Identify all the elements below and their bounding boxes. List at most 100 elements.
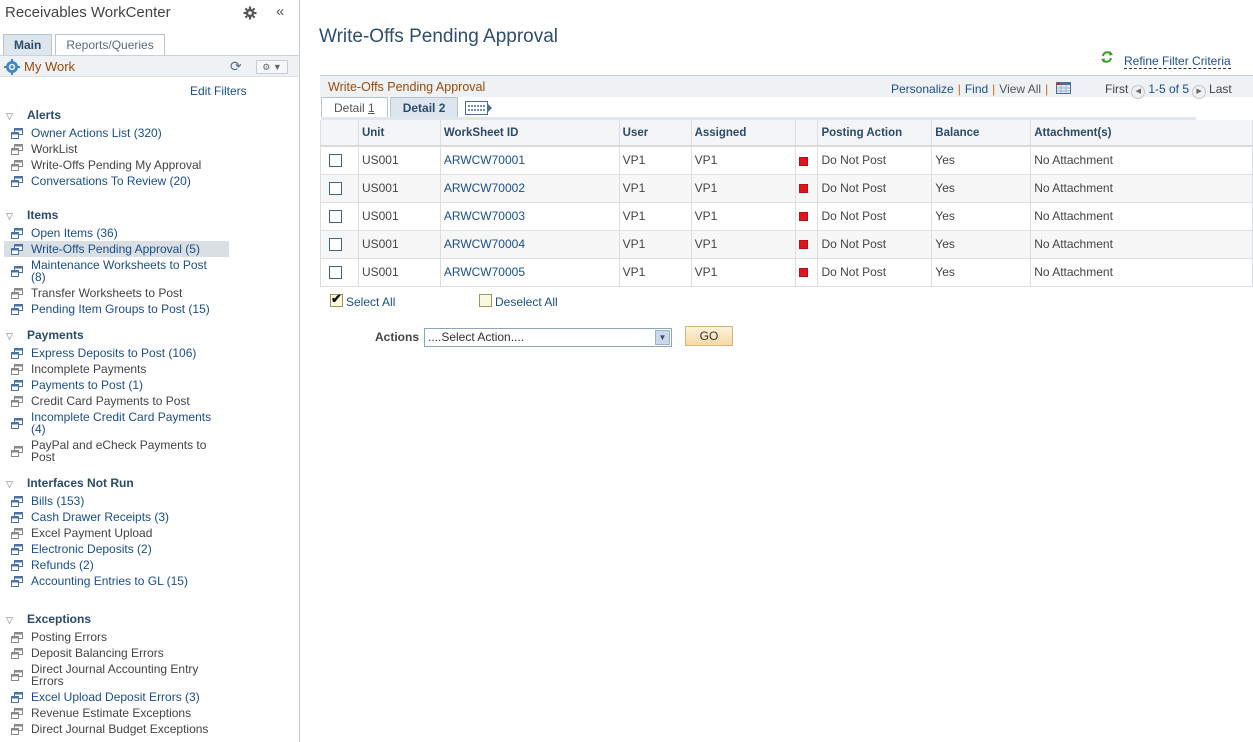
- window-icon: [11, 418, 23, 429]
- personalize-link[interactable]: Personalize: [891, 82, 954, 96]
- go-button[interactable]: GO: [685, 326, 733, 346]
- sidebar-item-label: Excel Payment Upload: [31, 526, 153, 540]
- sidebar-item[interactable]: Posting Errors: [4, 629, 229, 645]
- spreadsheet-download-icon[interactable]: [1056, 82, 1072, 94]
- sidebar-item[interactable]: Excel Payment Upload: [4, 525, 229, 541]
- sidebar-item[interactable]: Pending Item Groups to Post (15): [4, 301, 229, 317]
- find-link[interactable]: Find: [965, 82, 988, 96]
- row-checkbox[interactable]: [329, 154, 342, 168]
- triangle-down-icon[interactable]: ▽: [6, 111, 16, 122]
- tab-detail-1[interactable]: Detail 1: [321, 97, 388, 118]
- gear-icon[interactable]: [243, 6, 257, 20]
- worksheet-id-cell: ARWCW70004: [440, 230, 620, 259]
- separator: |: [957, 82, 961, 96]
- worksheet-id-link[interactable]: ARWCW70004: [444, 237, 525, 251]
- sidebar-item[interactable]: Payments to Post (1): [4, 377, 229, 393]
- arrow-right-icon[interactable]: ▶: [1192, 85, 1207, 99]
- chevron-down-icon[interactable]: ▼: [655, 330, 670, 345]
- triangle-down-icon[interactable]: ▽: [6, 331, 16, 342]
- sidebar-section-interfaces-not-run[interactable]: ▽ Interfaces Not Run: [6, 476, 134, 490]
- sidebar-item[interactable]: Cash Drawer Receipts (3): [4, 509, 229, 525]
- checkmark-icon: ✔: [331, 291, 342, 306]
- column-header-posting-action[interactable]: Posting Action: [817, 120, 933, 147]
- sidebar-section-items[interactable]: ▽ Items: [6, 208, 58, 222]
- sidebar-item[interactable]: Deposit Balancing Errors: [4, 645, 229, 661]
- sidebar-item[interactable]: PayPal and eCheck Payments to Post: [4, 437, 229, 465]
- column-header-worksheet-id[interactable]: WorkSheet ID: [440, 120, 620, 147]
- sidebar-item[interactable]: Open Items (36): [4, 225, 229, 241]
- actions-select[interactable]: ....Select Action.... ▼: [424, 328, 672, 347]
- sidebar-item[interactable]: Write-Offs Pending My Approval: [4, 157, 229, 173]
- row-checkbox[interactable]: [329, 266, 342, 280]
- worksheet-id-link[interactable]: ARWCW70002: [444, 181, 525, 195]
- sidebar-item[interactable]: Maintenance Worksheets to Post (8): [4, 257, 229, 285]
- select-all[interactable]: ✔ Select All: [330, 291, 395, 309]
- separator: |: [992, 82, 996, 96]
- refresh-icon[interactable]: [1100, 50, 1114, 64]
- sidebar-item[interactable]: Electronic Deposits (2): [4, 541, 229, 557]
- sidebar-item-label: Payments to Post (1): [31, 378, 144, 392]
- worksheet-id-link[interactable]: ARWCW70005: [444, 265, 525, 279]
- select-all-checkbox[interactable]: ✔: [330, 291, 343, 307]
- sidebar-item[interactable]: Credit Card Payments to Post: [4, 393, 229, 409]
- collapse-sidebar-icon[interactable]: «: [276, 3, 284, 20]
- select-all-label[interactable]: Select All: [346, 295, 395, 309]
- sidebar-item[interactable]: Transfer Worksheets to Post: [4, 285, 229, 301]
- sidebar-item[interactable]: Bills (153): [4, 493, 229, 509]
- sidebar-section-alerts[interactable]: ▽ Alerts: [6, 108, 61, 122]
- triangle-down-icon[interactable]: ▽: [6, 479, 16, 490]
- status-cell: [795, 174, 819, 203]
- arrow-left-icon[interactable]: ◀: [1131, 85, 1146, 99]
- sidebar-item[interactable]: Incomplete Credit Card Payments (4): [4, 409, 229, 437]
- last-link[interactable]: Last: [1209, 82, 1232, 96]
- window-icon: [11, 528, 23, 539]
- worksheet-id-link[interactable]: ARWCW70003: [444, 209, 525, 223]
- sidebar-item[interactable]: Accounting Entries to GL (15): [4, 573, 229, 589]
- deselect-all-checkbox[interactable]: [479, 294, 492, 307]
- column-header-attachments[interactable]: Attachment(s): [1030, 120, 1253, 147]
- sidebar-item[interactable]: Revenue Estimate Exceptions: [4, 705, 229, 721]
- user-cell: VP1: [619, 258, 692, 287]
- triangle-down-icon[interactable]: ▽: [6, 211, 16, 222]
- deselect-all-label[interactable]: Deselect All: [495, 295, 558, 309]
- sidebar-item[interactable]: Excel Upload Deposit Errors (3): [4, 689, 229, 705]
- worksheet-id-link[interactable]: ARWCW70001: [444, 153, 525, 167]
- sidebar-item[interactable]: Direct Journal Accounting Entry Errors: [4, 661, 229, 689]
- column-header-user[interactable]: User: [619, 120, 692, 147]
- sidebar-item[interactable]: Conversations To Review (20): [4, 173, 229, 189]
- row-checkbox[interactable]: [329, 210, 342, 224]
- view-all-link[interactable]: View All: [999, 82, 1041, 96]
- sidebar-item[interactable]: Write-Offs Pending Approval (5): [4, 241, 229, 257]
- sidebar-section-payments[interactable]: ▽ Payments: [6, 328, 84, 342]
- status-cell: [795, 258, 819, 287]
- sidebar-item-label: Cash Drawer Receipts (3): [31, 510, 170, 524]
- sidebar-item-label: Write-Offs Pending Approval (5): [31, 242, 200, 256]
- column-header-unit[interactable]: Unit: [358, 120, 441, 147]
- sidebar-item[interactable]: Direct Journal Budget Exceptions: [4, 721, 229, 737]
- refine-filter-link[interactable]: Refine Filter Criteria: [1124, 55, 1231, 69]
- edit-filters-link[interactable]: Edit Filters: [190, 84, 247, 98]
- column-header-select: [320, 120, 359, 147]
- sidebar-section-exceptions[interactable]: ▽ Exceptions: [6, 612, 91, 626]
- first-link[interactable]: First: [1105, 82, 1128, 96]
- row-checkbox[interactable]: [329, 238, 342, 252]
- grid-title: Write-Offs Pending Approval: [328, 80, 486, 94]
- tab-reports-queries[interactable]: Reports/Queries: [55, 34, 165, 55]
- deselect-all[interactable]: Deselect All: [479, 294, 558, 309]
- sidebar-item[interactable]: Owner Actions List (320): [4, 125, 229, 141]
- tab-main[interactable]: Main: [3, 34, 53, 55]
- table-row: US001 ARWCW70004 VP1 VP1 Do Not Post Yes No At…: [320, 230, 1253, 259]
- show-all-columns-icon[interactable]: [465, 101, 493, 115]
- sidebar-item[interactable]: Express Deposits to Post (106): [4, 345, 229, 361]
- refresh-icon[interactable]: ⟳: [230, 58, 242, 75]
- sidebar-item[interactable]: Incomplete Payments: [4, 361, 229, 377]
- user-cell: VP1: [619, 230, 692, 259]
- row-checkbox[interactable]: [329, 182, 342, 196]
- sidebar-item[interactable]: Refunds (2): [4, 557, 229, 573]
- pagelet-options-menu[interactable]: ⚙ ▼: [256, 60, 288, 74]
- column-header-assigned[interactable]: Assigned: [691, 120, 797, 147]
- column-header-balance[interactable]: Balance: [931, 120, 1032, 147]
- tab-detail-2[interactable]: Detail 2: [389, 97, 459, 118]
- triangle-down-icon[interactable]: ▽: [6, 615, 16, 626]
- sidebar-item[interactable]: WorkList: [4, 141, 229, 157]
